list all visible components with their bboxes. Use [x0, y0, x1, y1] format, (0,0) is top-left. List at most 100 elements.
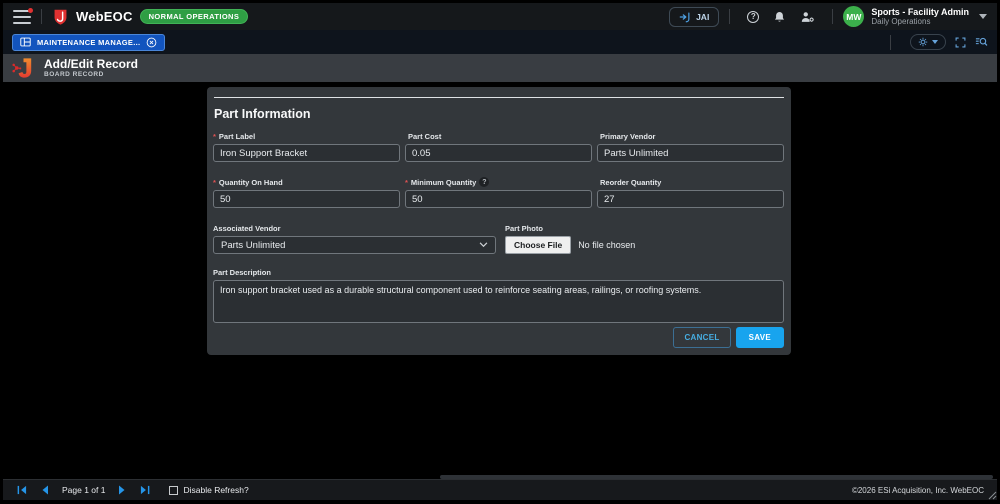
field-reorder-quantity: Reorder Quantity	[597, 177, 784, 208]
page-subtitle: BOARD RECORD	[44, 71, 138, 78]
minimum-quantity-input[interactable]	[405, 190, 592, 208]
form-row-description: Part Description Iron support bracket us…	[213, 267, 784, 328]
save-button[interactable]: SAVE	[736, 327, 784, 348]
part-label-input[interactable]	[213, 144, 400, 162]
help-icon: ?	[747, 11, 759, 23]
hamburger-menu-icon[interactable]	[13, 10, 31, 24]
file-input: Choose File No file chosen	[505, 236, 705, 254]
first-page-icon	[17, 485, 27, 495]
footer-bar: Page 1 of 1 Disable Refresh? ©2026 ESi A…	[3, 479, 997, 500]
fullscreen-icon	[955, 37, 966, 48]
jai-assistant-button[interactable]: JAI	[669, 7, 719, 27]
required-marker: *	[213, 178, 216, 187]
divider	[729, 9, 730, 24]
user-position: Sports - Facility Admin	[871, 7, 969, 17]
field-minimum-quantity: *Minimum Quantity ?	[405, 177, 592, 208]
form-actions: CANCEL SAVE	[673, 327, 784, 348]
previous-page-icon	[41, 485, 49, 495]
app-name: WebEOC	[76, 9, 133, 24]
bell-icon	[773, 10, 786, 24]
caret-down-icon	[932, 40, 938, 44]
associated-vendor-label: Associated Vendor	[213, 223, 496, 233]
help-button[interactable]: ?	[747, 11, 759, 23]
search-list-icon	[975, 36, 988, 48]
part-cost-label: Part Cost	[405, 131, 592, 141]
board-search-button[interactable]	[975, 36, 988, 48]
first-page-button[interactable]	[17, 485, 27, 495]
page-status: Page 1 of 1	[62, 485, 105, 495]
field-part-description: Part Description Iron support bracket us…	[213, 267, 784, 328]
board-record-icon	[11, 57, 36, 79]
page-title: Add/Edit Record	[44, 58, 138, 71]
topbar-right: JAI ? MW	[669, 6, 987, 27]
section-title: Part Information	[214, 107, 311, 121]
jai-label: JAI	[696, 12, 709, 22]
status-badge: NORMAL OPERATIONS	[140, 9, 249, 24]
copyright-text: ©2026 ESi Acquisition, Inc. WebEOC	[852, 486, 990, 495]
primary-vendor-label: Primary Vendor	[597, 131, 784, 141]
field-quantity-on-hand: *Quantity On Hand	[213, 177, 400, 208]
primary-vendor-input[interactable]	[597, 144, 784, 162]
field-primary-vendor: Primary Vendor	[597, 131, 784, 162]
user-menu-caret-icon[interactable]	[979, 14, 987, 19]
part-description-textarea[interactable]: Iron support bracket used as a durable s…	[213, 280, 784, 323]
board-icon	[20, 37, 31, 47]
part-photo-label: Part Photo	[505, 223, 705, 233]
field-help-icon[interactable]: ?	[479, 177, 489, 187]
form-row-3: Associated Vendor Parts Unlimited Part P…	[213, 223, 784, 254]
field-part-photo: Part Photo Choose File No file chosen	[505, 223, 705, 254]
content-area: Part Information *Part Label Part Cost	[3, 82, 997, 479]
user-info: Sports - Facility Admin Daily Operations	[871, 7, 969, 27]
divider	[41, 9, 42, 24]
notifications-button[interactable]	[773, 10, 786, 24]
reorder-quantity-input[interactable]	[597, 190, 784, 208]
part-description-label: Part Description	[213, 267, 784, 277]
last-page-icon	[140, 485, 150, 495]
tabbar-tools	[880, 34, 988, 50]
close-icon[interactable]	[146, 37, 157, 48]
form-row-2: *Quantity On Hand *Minimum Quantity ? Re…	[213, 177, 784, 208]
resize-handle[interactable]	[988, 491, 997, 500]
quantity-on-hand-label: *Quantity On Hand	[213, 177, 400, 187]
field-associated-vendor: Associated Vendor Parts Unlimited	[213, 223, 496, 254]
board-header: Add/Edit Record BOARD RECORD	[3, 54, 997, 82]
part-label-label: *Part Label	[213, 131, 400, 141]
panel-top-rule	[214, 97, 784, 98]
choose-file-button[interactable]: Choose File	[505, 236, 571, 254]
previous-page-button[interactable]	[41, 485, 49, 495]
user-gear-icon	[800, 10, 815, 24]
top-bar: WebEOC NORMAL OPERATIONS JAI ?	[3, 3, 997, 30]
user-incident: Daily Operations	[871, 17, 969, 26]
tab-bar: MAINTENANCE MANAGE...	[3, 30, 997, 54]
webeoc-window: WebEOC NORMAL OPERATIONS JAI ?	[0, 0, 1000, 504]
board-header-text: Add/Edit Record BOARD RECORD	[44, 58, 138, 78]
reorder-quantity-label: Reorder Quantity	[597, 177, 784, 187]
associated-vendor-select[interactable]: Parts Unlimited	[213, 236, 496, 254]
required-marker: *	[213, 132, 216, 141]
minimum-quantity-label: *Minimum Quantity ?	[405, 177, 592, 187]
webeoc-logo-icon	[52, 8, 69, 25]
tab-label: MAINTENANCE MANAGE...	[37, 38, 140, 47]
chevron-down-icon	[479, 242, 488, 248]
quantity-on-hand-input[interactable]	[213, 190, 400, 208]
field-part-cost: Part Cost	[405, 131, 592, 162]
divider	[890, 35, 891, 50]
selected-value: Parts Unlimited	[221, 240, 285, 251]
file-status: No file chosen	[578, 240, 635, 250]
part-information-panel: Part Information *Part Label Part Cost	[207, 87, 791, 355]
user-settings-button[interactable]	[800, 10, 815, 24]
last-page-button[interactable]	[140, 485, 150, 495]
disable-refresh-checkbox[interactable]	[169, 486, 178, 495]
required-marker: *	[405, 178, 408, 187]
tab-maintenance-management[interactable]: MAINTENANCE MANAGE...	[12, 34, 165, 51]
next-page-button[interactable]	[118, 485, 126, 495]
jai-icon	[679, 11, 691, 23]
fullscreen-button[interactable]	[955, 37, 966, 48]
part-cost-input[interactable]	[405, 144, 592, 162]
avatar[interactable]: MW	[843, 6, 864, 27]
next-page-icon	[118, 485, 126, 495]
cancel-button[interactable]: CANCEL	[673, 327, 730, 348]
board-settings-button[interactable]	[910, 34, 946, 50]
gear-icon	[918, 37, 928, 47]
form-row-1: *Part Label Part Cost Primary Vendor	[213, 131, 784, 162]
